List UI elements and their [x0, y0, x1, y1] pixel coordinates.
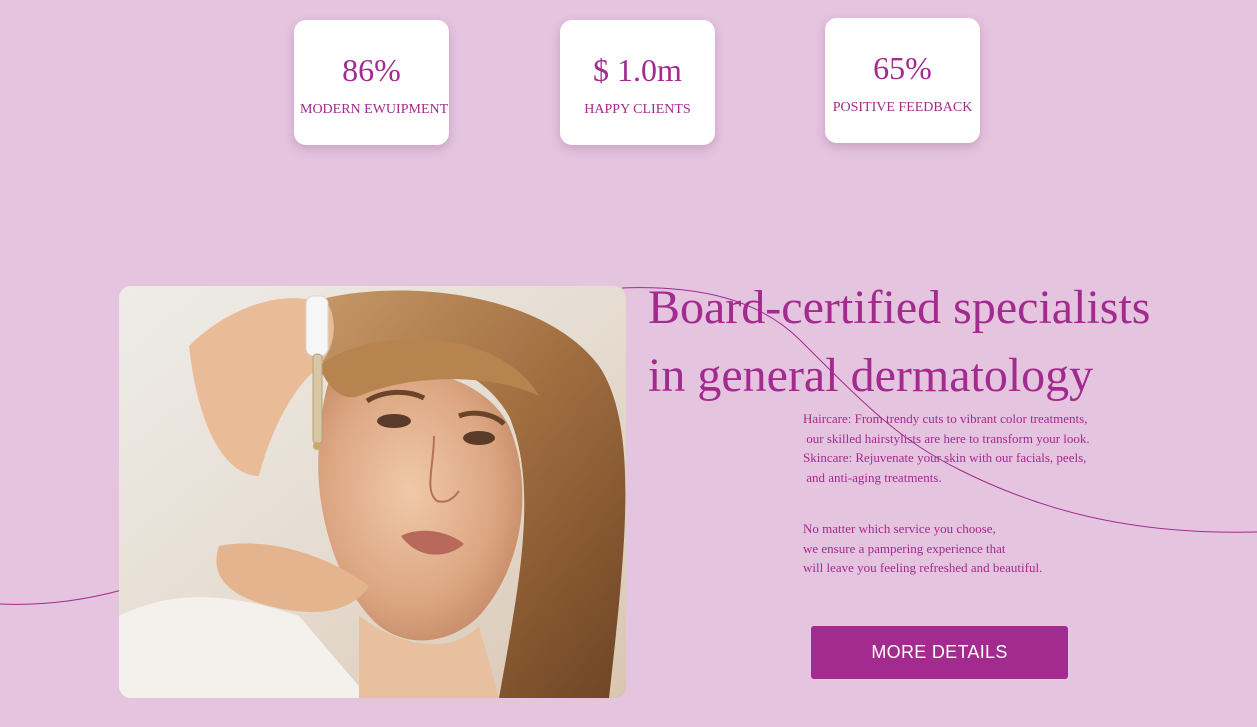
more-details-button[interactable]: MORE DETAILS: [811, 626, 1068, 679]
hero-headline: Board-certified specialists in general d…: [648, 274, 1208, 410]
stat-label: MODERN EWUIPMENT: [300, 102, 449, 117]
woman-applying-serum-illustration: [119, 286, 626, 698]
stat-card-equipment: 86% MODERN EWUIPMENT: [294, 20, 449, 145]
stat-label: POSITIVE FEEDBACK: [832, 100, 973, 115]
stat-value: 86%: [342, 52, 401, 88]
stat-card-clients: $ 1.0m HAPPY CLIENTS: [560, 20, 715, 145]
stat-label: HAPPY CLIENTS: [584, 102, 691, 117]
stat-value: 65%: [873, 50, 932, 86]
hero-photo: [119, 286, 626, 698]
stat-value: $ 1.0m: [593, 52, 682, 88]
stat-card-feedback: 65% POSITIVE FEEDBACK: [825, 18, 980, 143]
headline-line-1: Board-certified specialists: [648, 281, 1151, 334]
services-description: Haircare: From trendy cuts to vibrant co…: [803, 411, 1090, 486]
headline-line-2: in general dermatology: [648, 349, 1094, 402]
service-promise: No matter which service you choose, we e…: [803, 521, 1043, 576]
